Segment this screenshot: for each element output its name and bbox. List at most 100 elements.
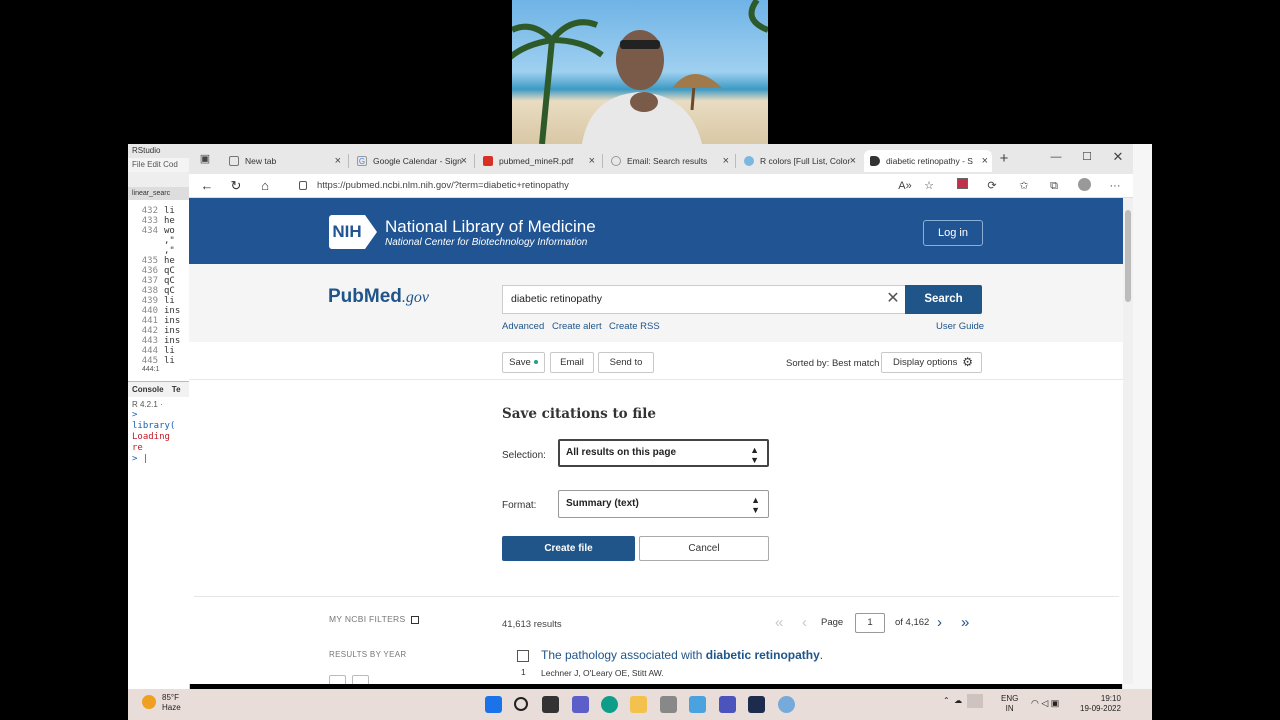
user-guide-link[interactable]: User Guide bbox=[936, 321, 984, 332]
next-page-icon[interactable]: › bbox=[937, 611, 942, 635]
webex-icon[interactable] bbox=[748, 696, 765, 713]
tab-new-tab[interactable]: New tab × bbox=[223, 150, 345, 172]
close-icon[interactable]: × bbox=[982, 155, 988, 167]
collections-icon[interactable]: ⧉ bbox=[1046, 178, 1062, 194]
tab-email[interactable]: Email: Search results × bbox=[605, 150, 733, 172]
windows-start-icon[interactable] bbox=[485, 696, 502, 713]
advanced-link[interactable]: Advanced bbox=[502, 321, 544, 332]
create-rss-link[interactable]: Create RSS bbox=[609, 321, 660, 332]
tab-r-colors[interactable]: R colors [Full List, Color × bbox=[738, 150, 860, 172]
tab-label: R colors [Full List, Color bbox=[760, 156, 851, 166]
display-options-button[interactable]: Display options ⚙ bbox=[881, 352, 982, 373]
tab-google-calendar[interactable]: G Google Calendar - Sign × bbox=[351, 150, 471, 172]
result-title-link[interactable]: The pathology associated with diabetic r… bbox=[541, 648, 823, 662]
search-icon[interactable] bbox=[514, 697, 528, 711]
rstudio-console-tab[interactable]: Console Te bbox=[128, 381, 189, 397]
pubmed-logo[interactable]: PubMed.gov bbox=[328, 286, 429, 308]
editor-line: 440 ins bbox=[141, 306, 181, 316]
favorite-star-icon[interactable]: ☆ bbox=[921, 178, 937, 194]
window-close-icon[interactable]: ✕ bbox=[1110, 149, 1126, 165]
lock-icon bbox=[299, 181, 307, 190]
rstudio-file-tab[interactable]: linear_searc bbox=[128, 188, 189, 200]
language-indicator[interactable]: ENG IN bbox=[1001, 694, 1018, 714]
editor-line: 439 li bbox=[141, 296, 175, 306]
terminal-tab-label: Te bbox=[171, 385, 181, 394]
scrollbar-thumb[interactable] bbox=[1125, 210, 1131, 302]
close-icon[interactable]: × bbox=[723, 155, 729, 167]
tab-actions-icon[interactable]: ▣ bbox=[197, 151, 213, 167]
close-icon[interactable]: × bbox=[461, 155, 467, 167]
rstudio-menu[interactable]: File Edit Cod bbox=[128, 158, 189, 172]
page-number-input[interactable]: 1 bbox=[855, 613, 885, 633]
result-checkbox[interactable] bbox=[517, 650, 529, 662]
search-input[interactable]: diabetic retinopathy bbox=[502, 285, 905, 314]
editor-line: 441 ins bbox=[141, 316, 181, 326]
create-file-button[interactable]: Create file bbox=[502, 536, 635, 561]
editor-line: 438 qC bbox=[141, 286, 175, 296]
selection-select[interactable]: All results on this page ▲ ▼ bbox=[558, 439, 769, 467]
edge-browser-window: ▣ New tab × G Google Calendar - Sign × p… bbox=[189, 144, 1133, 684]
chat-icon[interactable] bbox=[572, 696, 589, 713]
file-explorer-icon[interactable] bbox=[630, 696, 647, 713]
profile-avatar-icon[interactable] bbox=[1076, 178, 1092, 194]
edge-icon[interactable] bbox=[601, 696, 618, 713]
pubmed-icon bbox=[870, 156, 880, 166]
minimize-icon[interactable]: — bbox=[1048, 149, 1064, 165]
login-button[interactable]: Log in bbox=[923, 220, 983, 246]
home-icon[interactable]: ⌂ bbox=[256, 177, 274, 195]
refresh-icon[interactable]: ↻ bbox=[227, 177, 245, 195]
extension-icon[interactable] bbox=[954, 178, 970, 194]
year-chart-controls[interactable] bbox=[329, 675, 369, 684]
network-volume-icons[interactable]: ◠ ◁ ▣ bbox=[1031, 698, 1059, 709]
last-page-icon[interactable]: » bbox=[961, 611, 969, 635]
new-tab-icon[interactable]: + bbox=[996, 151, 1012, 167]
format-select[interactable]: Summary (text) ▲ ▼ bbox=[558, 490, 769, 518]
my-ncbi-filters-link[interactable]: MY NCBI FILTERS bbox=[329, 614, 420, 624]
task-view-icon[interactable] bbox=[542, 696, 559, 713]
nih-logo[interactable]: NIH bbox=[329, 215, 377, 249]
windows-taskbar: 85°F Haze ⌃ ☁ ENG IN ◠ ◁ ▣ 19:10 19-09-202… bbox=[128, 689, 1152, 720]
email-button[interactable]: Email bbox=[550, 352, 594, 373]
system-tray-icons[interactable]: ⌃ ☁ bbox=[943, 694, 983, 708]
clear-search-icon[interactable]: ✕ bbox=[881, 285, 905, 314]
console-line: Loading re bbox=[132, 432, 170, 453]
close-icon[interactable]: × bbox=[335, 155, 341, 167]
cancel-button[interactable]: Cancel bbox=[639, 536, 769, 561]
read-aloud-icon[interactable]: A» bbox=[897, 178, 913, 194]
tab-label: Email: Search results bbox=[627, 156, 708, 166]
tab-pubmed-active[interactable]: diabetic retinopathy - S × bbox=[864, 150, 992, 172]
previous-page-icon[interactable]: ‹ bbox=[802, 611, 807, 635]
close-icon[interactable]: × bbox=[589, 155, 595, 167]
clock[interactable]: 19:10 19-09-2022 bbox=[1080, 694, 1121, 714]
send-to-button[interactable]: Send to bbox=[598, 352, 654, 373]
teams-icon[interactable] bbox=[719, 696, 736, 713]
save-button[interactable]: Save bbox=[502, 352, 545, 373]
page-scrollbar[interactable] bbox=[1123, 198, 1133, 684]
microphone-icon[interactable] bbox=[966, 694, 983, 708]
close-icon[interactable]: × bbox=[850, 155, 856, 167]
back-arrow-icon[interactable]: ← bbox=[198, 177, 216, 195]
create-alert-link[interactable]: Create alert bbox=[552, 321, 602, 332]
save-panel-title: Save citations to file bbox=[502, 406, 656, 422]
favorites-icon[interactable]: ✩ bbox=[1016, 178, 1032, 194]
weather-widget[interactable]: 85°F Haze bbox=[142, 693, 181, 713]
site-icon bbox=[744, 156, 754, 166]
search-button[interactable]: Search bbox=[905, 285, 982, 314]
console-tab-label: Console bbox=[132, 385, 164, 394]
editor-line: 443 ins bbox=[141, 336, 181, 346]
first-page-icon[interactable]: « bbox=[775, 611, 783, 635]
more-menu-icon[interactable]: ··· bbox=[1107, 178, 1123, 194]
rstudio-icon[interactable] bbox=[778, 696, 795, 713]
tab-label: Google Calendar - Sign bbox=[373, 156, 462, 166]
settings-icon[interactable] bbox=[660, 696, 677, 713]
maximize-icon[interactable]: ☐ bbox=[1079, 149, 1095, 165]
rstudio-console[interactable]: R 4.2.1 · > library( Loading re > | bbox=[128, 397, 189, 467]
sync-icon[interactable]: ⟳ bbox=[984, 178, 1000, 194]
tab-pdf[interactable]: pubmed_mineR.pdf × bbox=[477, 150, 599, 172]
app-icon[interactable] bbox=[689, 696, 706, 713]
sorted-by-label[interactable]: Sorted by: Best match bbox=[786, 358, 879, 369]
url-field[interactable]: https://pubmed.ncbi.nlm.nih.gov/?term=di… bbox=[289, 177, 879, 195]
clock-time: 19:10 bbox=[1100, 694, 1121, 703]
lang-bottom: IN bbox=[1005, 704, 1014, 713]
editor-line: 437 qC bbox=[141, 276, 175, 286]
